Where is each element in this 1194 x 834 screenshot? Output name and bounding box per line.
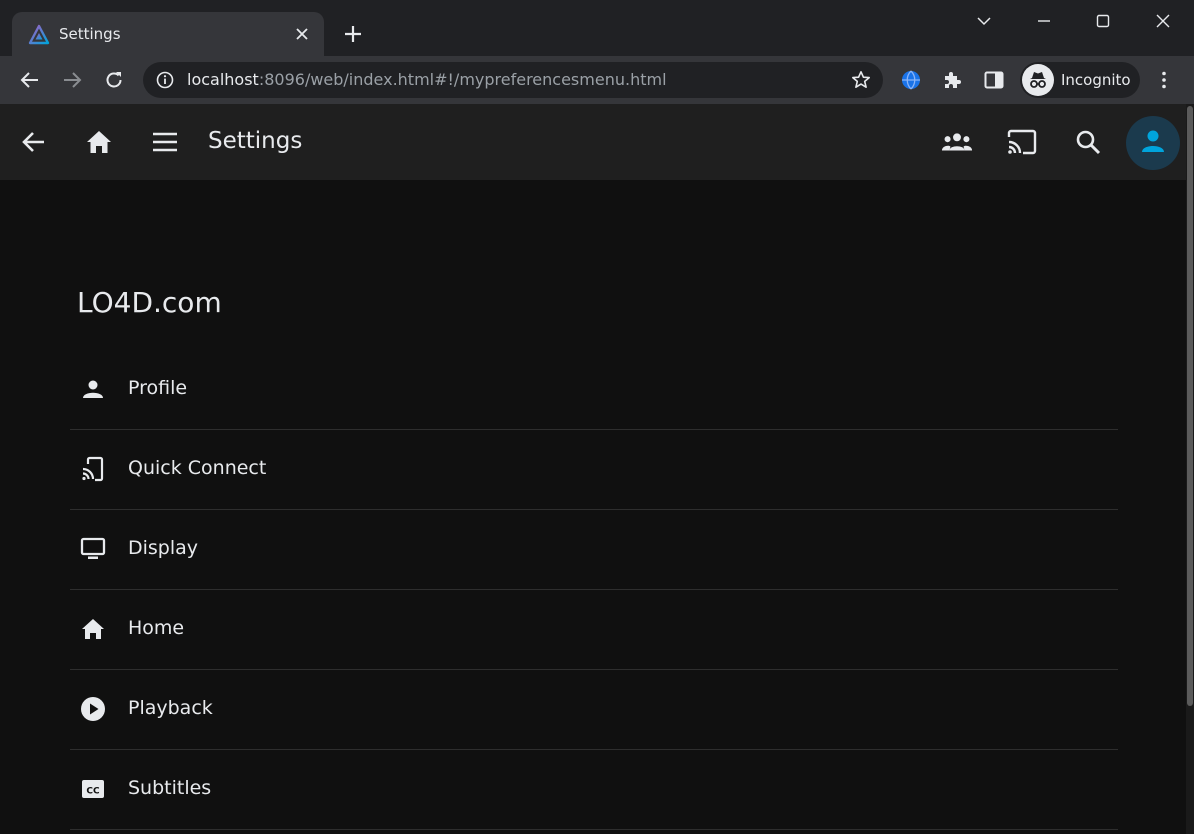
reload-icon[interactable] (100, 66, 128, 94)
user-account-button[interactable] (1126, 116, 1180, 170)
menu-item-home[interactable]: Home (70, 590, 1118, 670)
url-text: localhost:8096/web/index.html#!/myprefer… (187, 70, 667, 89)
tab-search-chevron-icon[interactable] (971, 8, 997, 34)
monitor-icon (79, 535, 107, 563)
server-name-heading: LO4D.com (77, 286, 222, 319)
tab-close-icon[interactable] (290, 22, 314, 46)
closed-captions-icon: CC (79, 775, 107, 803)
menu-item-subtitles[interactable]: CC Subtitles (70, 750, 1118, 830)
menu-item-quick-connect[interactable]: Quick Connect (70, 430, 1118, 510)
close-window-icon[interactable] (1150, 8, 1176, 34)
syncplay-group-icon[interactable] (941, 126, 973, 158)
tab-title: Settings (59, 25, 121, 43)
play-circle-icon (79, 695, 107, 723)
url-path: :8096/web/index.html#!/mypreferencesmenu… (258, 70, 667, 89)
svg-text:CC: CC (86, 787, 100, 797)
browser-toolbar: localhost:8096/web/index.html#!/myprefer… (0, 56, 1194, 104)
side-panel-icon[interactable] (980, 66, 1008, 94)
menu-item-label: Home (128, 617, 185, 639)
page-title: Settings (208, 128, 303, 154)
cast-phone-icon (79, 455, 107, 483)
minimize-icon[interactable] (1031, 8, 1057, 34)
person-icon (79, 375, 107, 403)
browser-menu-kebab-icon[interactable] (1150, 66, 1178, 94)
profile-label: Incognito (1061, 71, 1131, 89)
page-scrollbar-thumb[interactable] (1187, 106, 1193, 706)
jellyfin-favicon-icon (28, 24, 50, 46)
menu-item-label: Display (128, 537, 199, 559)
user-person-icon (1140, 128, 1166, 158)
url-host: localhost (187, 70, 259, 89)
menu-item-label: Quick Connect (128, 457, 267, 479)
browser-tabstrip: Settings (0, 0, 1194, 56)
app-home-icon[interactable] (83, 126, 115, 158)
menu-item-playback[interactable]: Playback (70, 670, 1118, 750)
incognito-profile-chip[interactable]: Incognito (1020, 62, 1140, 98)
app-header: Settings (0, 104, 1186, 180)
maximize-icon[interactable] (1090, 8, 1116, 34)
menu-item-label: Subtitles (128, 777, 212, 799)
back-arrow-icon[interactable] (16, 66, 44, 94)
incognito-icon (1022, 64, 1054, 96)
menu-item-label: Playback (128, 697, 213, 719)
app-back-arrow-icon[interactable] (18, 126, 50, 158)
extensions-puzzle-icon[interactable] (939, 66, 967, 94)
menu-item-display[interactable]: Display (70, 510, 1118, 590)
preferences-menu: Profile Quick Connect Display Home Playb… (70, 350, 1118, 830)
forward-arrow-icon[interactable] (58, 66, 86, 94)
browser-tab-settings[interactable]: Settings (12, 12, 324, 56)
site-info-icon[interactable] (155, 70, 175, 90)
new-tab-plus-icon[interactable] (340, 21, 366, 47)
search-icon[interactable] (1072, 126, 1104, 158)
translate-globe-icon[interactable] (897, 66, 925, 94)
menu-item-profile[interactable]: Profile (70, 350, 1118, 430)
home-icon (79, 615, 107, 643)
menu-item-label: Profile (128, 377, 188, 399)
hamburger-menu-icon[interactable] (149, 126, 181, 158)
bookmark-star-icon[interactable] (851, 70, 871, 90)
address-bar[interactable]: localhost:8096/web/index.html#!/myprefer… (143, 62, 883, 98)
cast-icon[interactable] (1006, 126, 1038, 158)
